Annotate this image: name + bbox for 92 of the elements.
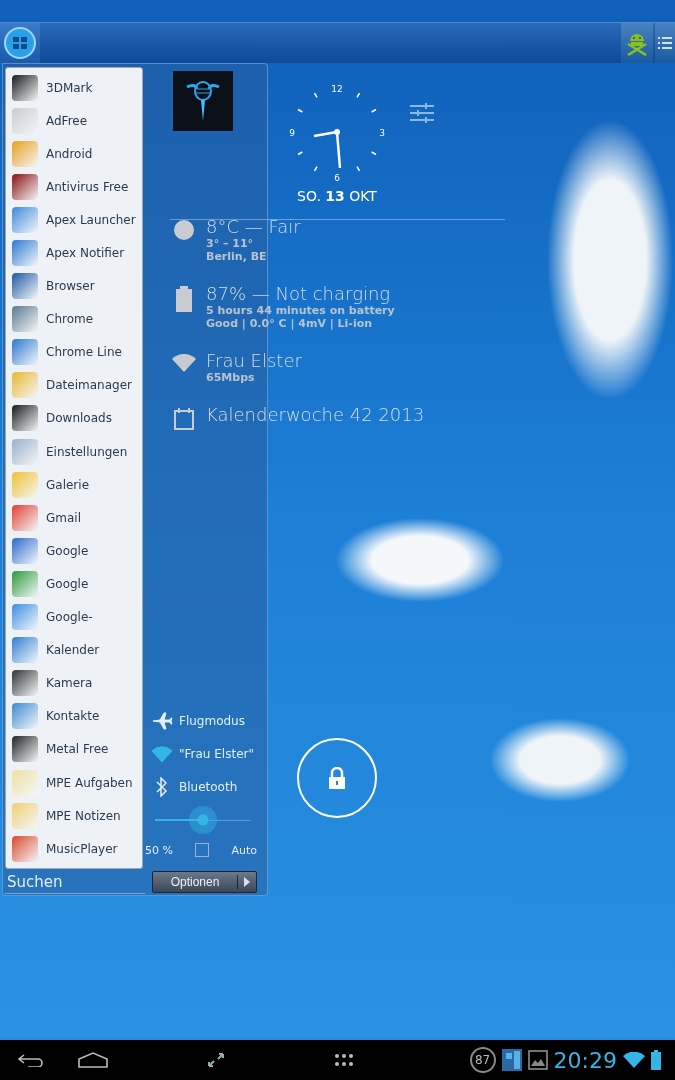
app-grid-icon[interactable] <box>334 1053 354 1067</box>
android-skull-button[interactable] <box>621 23 653 63</box>
app-item[interactable]: Kalender <box>6 633 142 667</box>
search-field[interactable]: Suchen <box>5 870 145 895</box>
airplane-icon <box>151 711 173 730</box>
options-button[interactable]: Optionen <box>152 871 257 894</box>
app-item[interactable]: Metal Free <box>6 732 142 766</box>
info-detail: Berlin, BE <box>206 250 268 263</box>
info-title: Frau Elster <box>206 350 302 371</box>
app-icon <box>12 107 38 134</box>
app-item[interactable]: Gmail <box>6 501 142 535</box>
app-item[interactable]: Antivirus Free <box>6 170 142 204</box>
app-item[interactable]: Apex Launcher <box>6 203 142 237</box>
app-icon <box>12 140 38 167</box>
app-item[interactable]: MPE Notizen <box>6 799 142 833</box>
app-item[interactable]: Downloads <box>6 401 142 436</box>
tiles-icon[interactable] <box>501 1049 522 1071</box>
clock-date: SO. 13 OKT <box>297 188 377 204</box>
quick-toggle[interactable]: "Frau Elster" <box>151 737 267 771</box>
app-icon <box>12 802 38 829</box>
app-icon <box>12 240 38 266</box>
app-icon <box>12 206 38 233</box>
app-item[interactable]: Browser <box>6 269 142 303</box>
app-icon <box>12 471 38 498</box>
battery-icon <box>651 1050 661 1070</box>
menu-button[interactable] <box>655 23 675 63</box>
app-icon <box>12 604 38 631</box>
app-icon <box>12 74 38 101</box>
padlock-icon <box>327 767 347 789</box>
app-item[interactable]: Einstellungen <box>6 435 142 469</box>
quick-toggle[interactable]: Flugmodus <box>151 704 267 738</box>
app-item[interactable]: AdFree <box>6 104 142 138</box>
app-item[interactable]: 3DMark <box>6 71 142 105</box>
info-detail: 3° – 11° <box>206 237 255 250</box>
settings-sliders-icon[interactable] <box>410 103 434 123</box>
list-icon <box>658 37 672 49</box>
app-item[interactable]: Chrome Line <box>6 335 142 369</box>
app-item[interactable]: Google <box>6 534 142 568</box>
app-icon <box>12 637 38 664</box>
bee-logo-icon <box>173 71 233 131</box>
home-icon[interactable] <box>78 1052 108 1068</box>
app-icon <box>12 570 38 597</box>
app-icon <box>12 670 38 697</box>
app-icon <box>12 769 38 796</box>
info-title: Kalenderwoche 42 2013 <box>206 404 425 425</box>
start-button[interactable] <box>0 23 40 63</box>
brightness-reading: 50 % <box>145 843 173 857</box>
app-icon <box>12 438 38 465</box>
image-icon[interactable] <box>527 1050 548 1070</box>
app-item[interactable]: MPE Aufgaben <box>6 765 142 800</box>
weather-icon <box>172 219 196 241</box>
app-icon <box>12 736 38 763</box>
app-item[interactable]: Android <box>6 137 142 171</box>
app-item[interactable]: Galerie <box>6 468 142 502</box>
app-icon <box>12 504 38 531</box>
grid-icon <box>4 27 36 59</box>
app-icon <box>12 306 38 333</box>
notification-count-badge[interactable]: 87 <box>469 1047 496 1073</box>
app-item[interactable]: Kamera <box>6 666 142 700</box>
info-title: 87% — Not charging <box>206 283 392 304</box>
app-item[interactable]: Google- <box>6 600 142 634</box>
app-item[interactable]: MusicPlayer <box>6 832 142 866</box>
app-item[interactable]: Google <box>6 567 142 601</box>
app-icon <box>12 537 38 564</box>
auto-checkbox[interactable] <box>195 843 210 858</box>
wifi-signal-icon <box>623 1052 645 1068</box>
wifi-icon <box>151 745 173 762</box>
app-icon <box>12 339 38 366</box>
info-detail: 5 hours 44 minutes on battery <box>206 304 395 317</box>
info-title: 8°C — Fair <box>206 216 301 237</box>
app-icon <box>12 372 38 399</box>
app-item[interactable]: Chrome <box>6 302 142 336</box>
app-icon <box>12 405 38 432</box>
arrow-right-icon <box>244 877 250 888</box>
app-icon <box>12 835 38 862</box>
back-icon[interactable] <box>18 1053 44 1067</box>
app-item[interactable]: Dateimanager <box>6 368 142 402</box>
app-icon <box>12 173 38 200</box>
clock-time: 20:29 <box>553 1047 617 1073</box>
expand-icon[interactable] <box>208 1053 224 1067</box>
wifi-icon <box>172 353 196 373</box>
info-detail: 65Mbps <box>206 371 256 384</box>
info-detail: Good | 0.0° C | 4mV | Li-ion <box>206 317 374 330</box>
quick-toggle[interactable]: Bluetooth <box>151 770 267 804</box>
app-item[interactable]: Apex Notifier <box>6 236 142 270</box>
lock-button[interactable] <box>297 738 377 818</box>
app-item[interactable]: Kontakte <box>6 699 142 733</box>
app-icon <box>12 703 38 730</box>
auto-label: Auto <box>231 843 257 857</box>
app-icon <box>12 273 38 300</box>
calendar-icon <box>172 407 196 431</box>
analog-clock-drawing: 12 3 6 9 <box>287 80 387 184</box>
